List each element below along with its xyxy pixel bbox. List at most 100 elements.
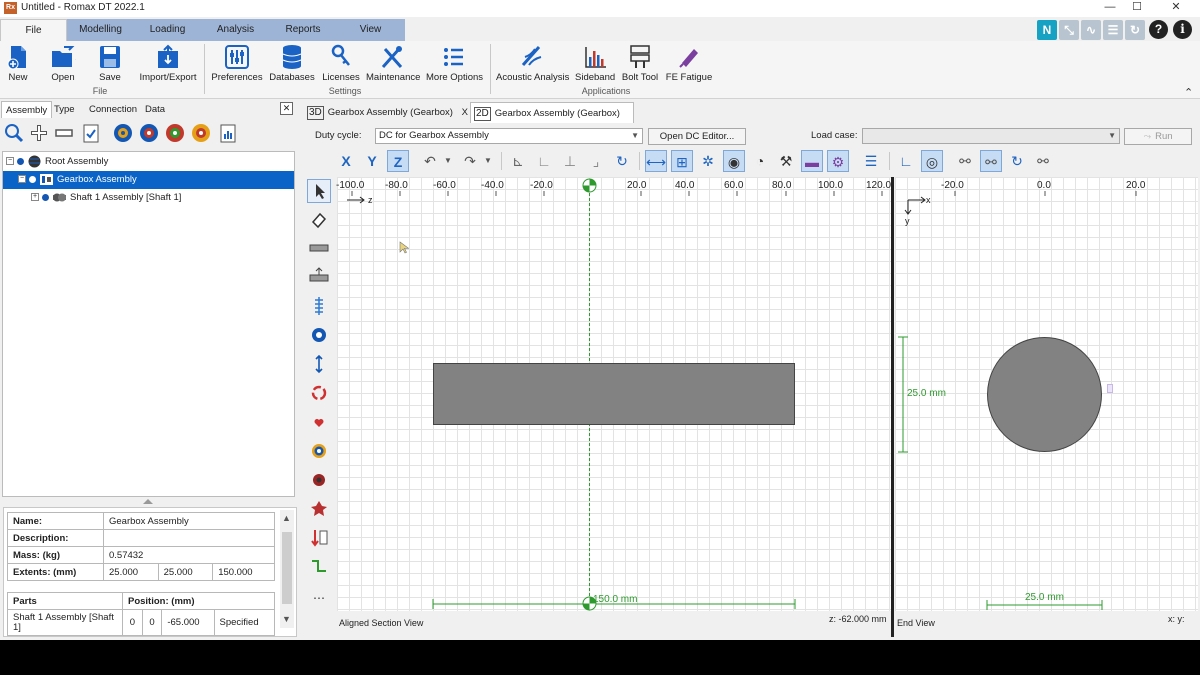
pulse-icon[interactable]: ∿ — [1081, 20, 1101, 40]
name-value[interactable]: Gearbox Assembly — [103, 512, 275, 530]
speed-gauge-icon[interactable]: ◔ — [749, 150, 771, 172]
menu-icon[interactable]: ☰ — [860, 150, 882, 172]
add-seal-button[interactable] — [307, 468, 331, 492]
shaft-section[interactable] — [433, 363, 795, 425]
axes-icon[interactable]: ∟ — [895, 150, 917, 172]
maintenance-button[interactable]: Maintenance — [366, 43, 420, 85]
undo-icon[interactable]: ↶ — [419, 150, 441, 172]
add-step-button[interactable] — [307, 555, 331, 579]
tab-assembly[interactable]: Assembly — [1, 101, 53, 118]
tab-file[interactable]: File — [0, 19, 67, 41]
dimension-length-icon[interactable]: ⟷ — [645, 150, 667, 172]
tab-type[interactable]: Type — [50, 101, 79, 118]
check-document-icon[interactable] — [80, 122, 102, 144]
load-case-select[interactable]: ▼ — [862, 128, 1120, 144]
report-icon[interactable] — [217, 122, 239, 144]
minimize-button[interactable]: — — [1098, 0, 1122, 16]
fit-view-icon[interactable]: ⊾ — [507, 150, 529, 172]
add-axial-button[interactable] — [307, 352, 331, 376]
maximize-button[interactable]: ☐ — [1125, 0, 1149, 16]
scroll-down-icon[interactable]: ▼ — [282, 614, 291, 624]
add-bearing-button[interactable] — [307, 323, 331, 347]
tools-icon[interactable]: ⚒ — [775, 150, 797, 172]
refresh-quick-icon[interactable]: ↻ — [1125, 20, 1145, 40]
close-button[interactable]: ✕ — [1164, 0, 1188, 16]
link-icon[interactable]: ⚯ — [954, 150, 976, 172]
scroll-thumb[interactable] — [282, 532, 292, 604]
list-icon[interactable]: ☰ — [1103, 20, 1123, 40]
bolt-tool-button[interactable]: Bolt Tool — [621, 43, 659, 85]
component-view-icon[interactable]: ⚙ — [827, 150, 849, 172]
end-view-circle-icon[interactable]: ◎ — [921, 150, 943, 172]
document-tab-3d[interactable]: 3D Gearbox Assembly (Gearbox) X — [304, 102, 468, 123]
link-settings-icon[interactable]: ⚯ — [1032, 150, 1054, 172]
reset-view-icon[interactable]: ↻ — [611, 150, 633, 172]
add-load-button[interactable] — [307, 526, 331, 550]
housing-view-icon[interactable]: ▬ — [801, 150, 823, 172]
handle-marker-icon[interactable] — [1107, 384, 1113, 393]
panel-splitter[interactable] — [0, 497, 296, 507]
open-dc-editor-button[interactable]: Open DC Editor... — [648, 128, 746, 145]
tab-view[interactable]: View — [337, 19, 404, 41]
tab-loading[interactable]: Loading — [134, 19, 201, 41]
tree-item-shaft-1-assembly[interactable]: + Shaft 1 Assembly [Shaft 1] — [3, 189, 294, 207]
view-z-axis-button[interactable]: Z — [387, 150, 409, 172]
center-icon[interactable]: ⊥ — [559, 150, 581, 172]
tree-item-root-assembly[interactable]: − Root Assembly — [3, 153, 294, 171]
redo-icon[interactable]: ↷ — [459, 150, 481, 172]
expand-toggle-icon[interactable]: + — [31, 193, 39, 202]
gear-pair-icon[interactable] — [138, 122, 160, 144]
new-button[interactable]: New — [4, 43, 32, 85]
help-icon[interactable]: ? — [1149, 20, 1168, 39]
section-align-icon[interactable]: ⊞ — [671, 150, 693, 172]
add-rotation-button[interactable] — [307, 381, 331, 405]
redo-dropdown-icon[interactable]: ▼ — [482, 150, 494, 172]
tree-item-gearbox-assembly[interactable]: − Gearbox Assembly — [3, 171, 294, 189]
collapse-toggle-icon[interactable]: − — [18, 175, 26, 184]
part-name[interactable]: Shaft 1 Assembly [Shaft 1] — [7, 609, 123, 636]
add-gear-button[interactable] — [307, 439, 331, 463]
fe-fatigue-button[interactable]: FE Fatigue — [665, 43, 713, 85]
left-panel-close-icon[interactable]: ✕ — [280, 102, 293, 115]
description-value[interactable] — [103, 529, 275, 547]
tab-connection[interactable]: Connection — [85, 101, 141, 118]
gear-results-icon[interactable] — [190, 122, 212, 144]
tab-close-icon[interactable]: X — [462, 107, 468, 118]
tab-reports[interactable]: Reports — [270, 19, 336, 41]
open-button[interactable]: Open — [46, 43, 80, 85]
add-section-button[interactable] — [307, 265, 331, 289]
properties-scrollbar[interactable]: ▲ ▼ — [280, 510, 294, 628]
add-component-icon[interactable] — [28, 122, 50, 144]
remove-component-icon[interactable] — [53, 122, 75, 144]
bearing-view-icon[interactable]: ◉ — [723, 150, 745, 172]
licenses-button[interactable]: Licenses — [322, 43, 360, 85]
add-spline-button[interactable] — [307, 294, 331, 318]
view-y-axis-button[interactable]: Y — [361, 150, 383, 172]
gear-analysis-icon[interactable] — [164, 122, 186, 144]
import-export-button[interactable]: Import/Export — [138, 43, 198, 85]
save-button[interactable]: Save — [93, 43, 127, 85]
run-button[interactable]: ⤳ Run — [1124, 128, 1192, 145]
view-divider[interactable] — [891, 177, 894, 637]
select-pointer-button[interactable] — [307, 179, 331, 203]
gear-mesh-view-icon[interactable]: ✲ — [697, 150, 719, 172]
databases-button[interactable]: Databases — [269, 43, 315, 85]
info-icon[interactable]: i — [1173, 20, 1192, 39]
romax-logo-icon[interactable]: N — [1037, 20, 1057, 40]
tab-modelling[interactable]: Modelling — [68, 19, 133, 41]
gear-mesh-icon[interactable] — [112, 122, 134, 144]
rotate-icon[interactable]: ↻ — [1006, 150, 1028, 172]
sideband-button[interactable]: Sideband — [575, 43, 615, 85]
add-coupling-button[interactable] — [307, 497, 331, 521]
add-mass-button[interactable] — [307, 410, 331, 434]
add-shaft-button[interactable] — [307, 236, 331, 260]
shaft-end-circle[interactable] — [987, 337, 1102, 452]
eraser-button[interactable] — [307, 207, 331, 231]
document-tab-2d[interactable]: 2DGearbox Assembly (Gearbox) X — [470, 102, 634, 140]
preferences-button[interactable]: Preferences — [210, 43, 264, 85]
view-x-axis-button[interactable]: X — [335, 150, 357, 172]
undo-dropdown-icon[interactable]: ▼ — [442, 150, 454, 172]
tab-data[interactable]: Data — [141, 101, 169, 118]
scroll-up-icon[interactable]: ▲ — [282, 513, 291, 523]
pointer-quick-icon[interactable]: ⤡ — [1059, 20, 1079, 40]
